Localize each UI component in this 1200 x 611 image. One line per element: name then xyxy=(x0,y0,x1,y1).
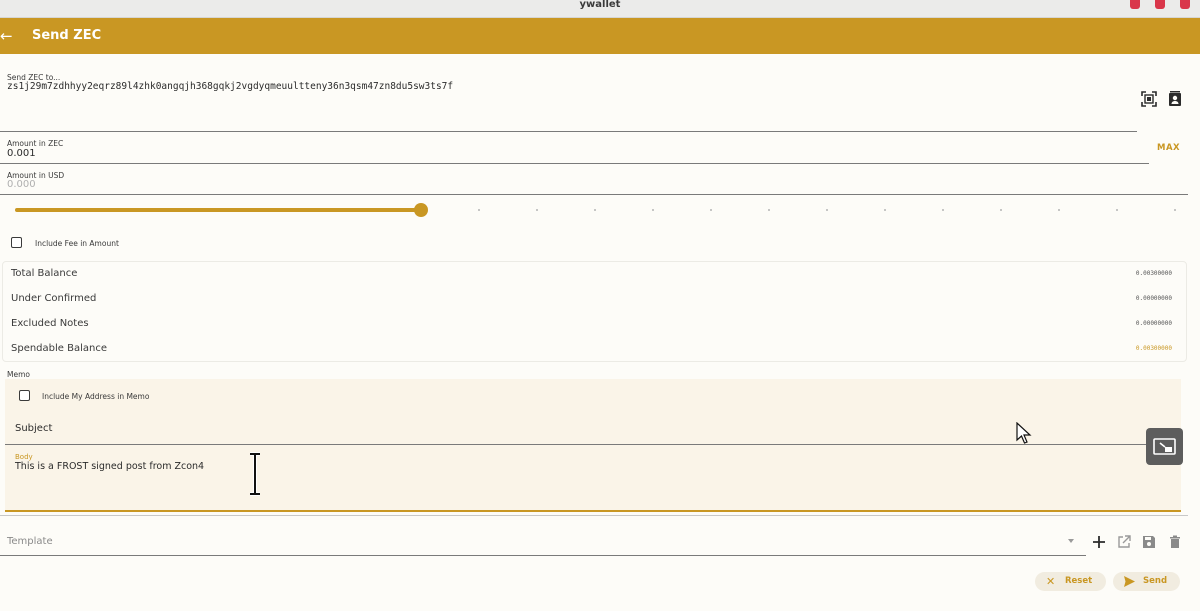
balance-name: Under Confirmed xyxy=(11,293,97,304)
template-underline xyxy=(0,555,1086,556)
slider-tick xyxy=(768,209,770,211)
divider xyxy=(0,515,1188,516)
include-fee-checkbox[interactable] xyxy=(11,237,22,248)
text-cursor-icon xyxy=(248,452,262,496)
max-button[interactable]: MAX xyxy=(1157,143,1180,153)
slider-tick xyxy=(478,209,480,211)
slider-tick xyxy=(594,209,596,211)
balance-row-under-confirmed: Under Confirmed 0.00000000 xyxy=(3,287,1186,312)
amount-zec-underline xyxy=(0,163,1149,164)
send-button-label: Send xyxy=(1143,576,1168,586)
amount-zec-label: Amount in ZEC xyxy=(7,139,64,148)
balance-amount: 0.00000000 xyxy=(1135,320,1172,327)
memo-body-label: Body xyxy=(15,453,33,461)
balance-name: Total Balance xyxy=(11,268,78,279)
open-external-icon[interactable] xyxy=(1117,534,1133,550)
memo-body-input[interactable]: This is a FROST signed post from Zcon4 xyxy=(15,461,204,472)
window-titlebar: ywallet xyxy=(0,0,1200,18)
balance-amount: 0.00300000 xyxy=(1135,345,1172,352)
recipient-underline xyxy=(0,131,1137,132)
app-bar: ← Send ZEC xyxy=(0,18,1200,54)
send-icon xyxy=(1123,571,1136,590)
balance-name: Spendable Balance xyxy=(11,343,108,354)
memo-panel xyxy=(5,379,1181,511)
back-arrow-icon[interactable]: ← xyxy=(0,27,16,45)
chevron-down-icon[interactable] xyxy=(1068,539,1074,543)
memo-body-focus-line xyxy=(5,510,1181,512)
slider-tick xyxy=(942,209,944,211)
reset-button[interactable]: ✕ Reset xyxy=(1035,572,1106,591)
page-title: Send ZEC xyxy=(32,28,102,43)
memo-label: Memo xyxy=(7,370,30,379)
balance-name: Excluded Notes xyxy=(11,318,89,329)
contacts-icon[interactable] xyxy=(1167,91,1183,107)
add-icon[interactable] xyxy=(1092,534,1108,550)
template-select[interactable]: Template xyxy=(7,536,53,547)
delete-icon[interactable] xyxy=(1168,534,1184,550)
memo-subject-input[interactable]: Subject xyxy=(15,423,52,434)
slider-tick xyxy=(1174,209,1176,211)
slider-tick xyxy=(652,209,654,211)
include-address-checkbox[interactable] xyxy=(19,390,30,401)
screen-overlay-button[interactable] xyxy=(1146,428,1183,465)
slider-tick xyxy=(826,209,828,211)
balance-amount: 0.00300000 xyxy=(1135,270,1172,277)
close-window-button[interactable] xyxy=(1180,0,1190,9)
subject-underline xyxy=(5,444,1181,445)
mouse-pointer-icon xyxy=(1016,421,1032,444)
qr-scan-icon[interactable] xyxy=(1141,91,1157,107)
close-icon: ✕ xyxy=(1046,575,1056,588)
minimize-button[interactable] xyxy=(1130,0,1140,9)
maximize-button[interactable] xyxy=(1155,0,1165,9)
slider-tick xyxy=(1058,209,1060,211)
window-title: ywallet xyxy=(579,0,621,10)
include-address-label: Include My Address in Memo xyxy=(42,392,150,401)
balance-row-excluded-notes: Excluded Notes 0.00000000 xyxy=(3,312,1186,337)
balance-amount: 0.00000000 xyxy=(1135,295,1172,302)
slider-tick xyxy=(1000,209,1002,211)
recipient-input[interactable]: zs1j29m7zdhhyy2eqrz89l4zhk0angqjh368gqkj… xyxy=(7,81,453,92)
balance-row-total: Total Balance 0.00300000 xyxy=(3,262,1186,287)
send-button[interactable]: Send xyxy=(1113,572,1180,591)
slider-tick xyxy=(884,209,886,211)
balance-card: Total Balance 0.00300000 Under Confirmed… xyxy=(2,261,1187,362)
amount-usd-underline xyxy=(0,194,1188,195)
amount-usd-input[interactable]: 0.000 xyxy=(7,179,36,190)
amount-slider-active-track xyxy=(15,208,421,212)
slider-tick xyxy=(710,209,712,211)
save-icon[interactable] xyxy=(1142,534,1158,550)
balance-row-spendable: Spendable Balance 0.00300000 xyxy=(3,337,1186,362)
reset-button-label: Reset xyxy=(1065,576,1093,586)
amount-slider-thumb[interactable] xyxy=(414,203,428,217)
slider-tick xyxy=(1116,209,1118,211)
include-fee-label: Include Fee in Amount xyxy=(35,239,119,248)
slider-tick xyxy=(536,209,538,211)
amount-zec-input[interactable]: 0.001 xyxy=(7,148,36,159)
